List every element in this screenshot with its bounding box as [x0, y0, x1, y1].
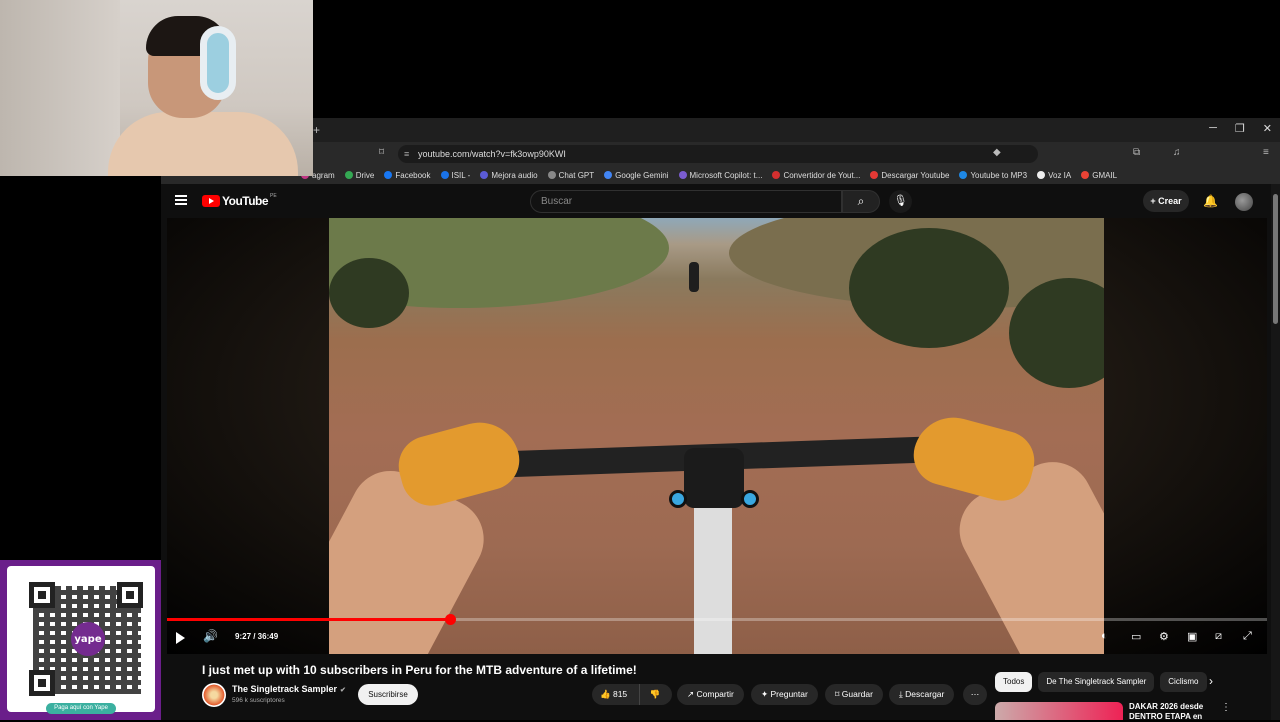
settings-gear-icon[interactable]: ⚙ — [1159, 630, 1169, 643]
like-dislike-group: 👍 815 👎 — [592, 684, 672, 705]
new-tab-icon[interactable]: + — [313, 123, 320, 137]
sparkle-icon: ✦ — [761, 689, 769, 699]
search-input[interactable]: Buscar — [530, 190, 842, 213]
volume-icon[interactable]: 🔊 — [203, 629, 218, 643]
channel-name[interactable]: The Singletrack Sampler ✔ — [232, 684, 346, 694]
voice-search-button[interactable]: 🎙 — [889, 190, 912, 213]
bookmark-item[interactable]: Descargar Youtube — [870, 171, 949, 180]
share-button[interactable]: ↗ Compartir — [677, 684, 744, 705]
create-button[interactable]: + Crear — [1143, 190, 1189, 212]
recommended-video-title[interactable]: DAKAR 2026 desde DENTRO ETAPA en — [1129, 702, 1219, 722]
browser-toolbar: ⌑ ≡ youtube.com/watch?v=fk3owp90KWI ◆ ⧉ … — [313, 142, 1280, 166]
yape-logo: yape — [71, 622, 105, 656]
menu-icon[interactable] — [175, 195, 187, 205]
recommended-video-thumbnail[interactable] — [995, 702, 1123, 720]
chevron-right-icon[interactable]: › — [1209, 674, 1213, 688]
scrollbar[interactable] — [1271, 184, 1280, 720]
youtube-logo[interactable]: YouTube PE — [202, 193, 277, 208]
browser-menu-icon[interactable]: ≡ — [1263, 147, 1269, 158]
bookmark-item[interactable]: Drive — [344, 171, 374, 180]
bookmark-item[interactable]: Facebook — [384, 171, 431, 180]
chip-cycling[interactable]: Ciclismo — [1160, 672, 1207, 692]
ask-button[interactable]: ✦ Preguntar — [751, 684, 818, 705]
verified-icon: ✔ — [340, 687, 346, 694]
headphones-icon — [200, 26, 236, 100]
youtube-play-logo-icon — [202, 195, 220, 207]
more-vert-icon[interactable]: ⋮ — [1221, 702, 1231, 713]
notifications-bell-icon[interactable]: 🔔 — [1203, 194, 1218, 208]
chip-channel[interactable]: De The Singletrack Sampler — [1038, 672, 1155, 692]
brave-shield-icon[interactable]: ◆ — [993, 147, 1001, 158]
dislike-button[interactable]: 👎 — [640, 684, 670, 705]
recommendation-chips: Todos De The Singletrack Sampler Ciclism… — [995, 672, 1207, 692]
progress-bar[interactable] — [167, 614, 1267, 625]
youtube-page: YouTube PE Buscar ⌕ 🎙 + Crear 🔔 🔊 9:27 /… — [161, 184, 1280, 722]
qr-caption: Paga aquí con Yape — [46, 703, 116, 714]
close-window-icon[interactable]: ✕ — [1263, 122, 1272, 135]
restore-icon[interactable]: ❐ — [1235, 122, 1245, 135]
video-frame[interactable] — [329, 218, 1104, 654]
miniplayer-icon[interactable]: ▣ — [1187, 630, 1197, 643]
search-button[interactable]: ⌕ — [842, 190, 880, 213]
play-icon[interactable] — [176, 632, 185, 644]
subscriber-count: 596 k suscriptores — [232, 697, 285, 704]
bookmark-item[interactable]: Chat GPT — [547, 171, 594, 180]
bookmark-icon: ⌑ — [835, 689, 840, 699]
autoplay-toggle[interactable]: ◐ — [1101, 630, 1108, 642]
like-button[interactable]: 👍 815 — [592, 684, 640, 705]
save-button[interactable]: ⌑ Guardar — [825, 684, 883, 705]
video-title: I just met up with 10 subscribers in Per… — [202, 663, 637, 677]
bookmark-item[interactable]: Mejora audio — [480, 171, 538, 180]
cast-icon[interactable]: ⧄ — [1215, 630, 1222, 643]
minimize-icon[interactable]: ─ — [1209, 122, 1217, 135]
address-bar[interactable]: ≡ youtube.com/watch?v=fk3owp90KWI — [398, 145, 1038, 163]
channel-avatar[interactable] — [202, 683, 226, 707]
qr-payment-panel: yape — [0, 560, 161, 720]
download-button[interactable]: ⤓ Descargar — [889, 684, 955, 705]
subscribe-button[interactable]: Suscribirse — [358, 684, 418, 705]
download-icon: ⤓ — [899, 689, 903, 699]
player-controls: 🔊 9:27 / 36:49 ◐ ▭ ⚙ ▣ ⧄ ⤢ — [167, 626, 1267, 652]
bookmark-item[interactable]: ISIL - — [440, 171, 470, 180]
microphone-icon: 🎙 — [893, 195, 908, 207]
bookmarks-bar: agram Drive Facebook ISIL - Mejora audio… — [161, 166, 1280, 184]
bookmark-item[interactable]: Youtube to MP3 — [959, 171, 1027, 180]
subtitles-icon[interactable]: ▭ — [1131, 630, 1141, 643]
search-icon: ⌕ — [857, 194, 865, 208]
site-info-icon[interactable]: ≡ — [404, 145, 409, 163]
scrubber-handle[interactable] — [444, 614, 456, 625]
bookmark-item[interactable]: Microsoft Copilot: t... — [678, 171, 762, 180]
rider-ahead — [689, 262, 699, 292]
bookmark-item[interactable]: GMAIL — [1081, 171, 1117, 180]
webcam-overlay — [0, 0, 313, 176]
more-icon: ⋯ — [970, 689, 980, 699]
bookmark-icon[interactable]: ⌑ — [379, 147, 384, 158]
browser-tabstrip: + ─ ❐ ✕ — [313, 118, 1280, 142]
account-avatar[interactable] — [1235, 193, 1253, 211]
share-icon: ↗ — [687, 689, 695, 699]
chip-all[interactable]: Todos — [995, 672, 1033, 692]
more-actions-button[interactable]: ⋯ — [963, 684, 987, 705]
url-text: youtube.com/watch?v=fk3owp90KWI — [418, 149, 566, 159]
bookmark-item[interactable]: Google Gemini — [604, 171, 669, 180]
youtube-header: YouTube PE Buscar ⌕ 🎙 + Crear 🔔 — [161, 184, 1271, 219]
progress-fill — [167, 618, 450, 621]
thumbs-down-icon: 👎 — [649, 689, 661, 699]
fullscreen-icon[interactable]: ⤢ — [1243, 630, 1252, 643]
thumbs-up-icon: 👍 — [600, 689, 611, 699]
video-player[interactable]: 🔊 9:27 / 36:49 ◐ ▭ ⚙ ▣ ⧄ ⤢ — [167, 218, 1267, 654]
bookmark-item[interactable]: Convertidor de Yout... — [772, 171, 860, 180]
extensions-icon[interactable]: ⧉ — [1133, 147, 1140, 158]
time-display: 9:27 / 36:49 — [235, 632, 279, 641]
music-icon[interactable]: ♫ — [1173, 147, 1181, 158]
bookmark-item[interactable]: Voz IA — [1037, 171, 1071, 180]
